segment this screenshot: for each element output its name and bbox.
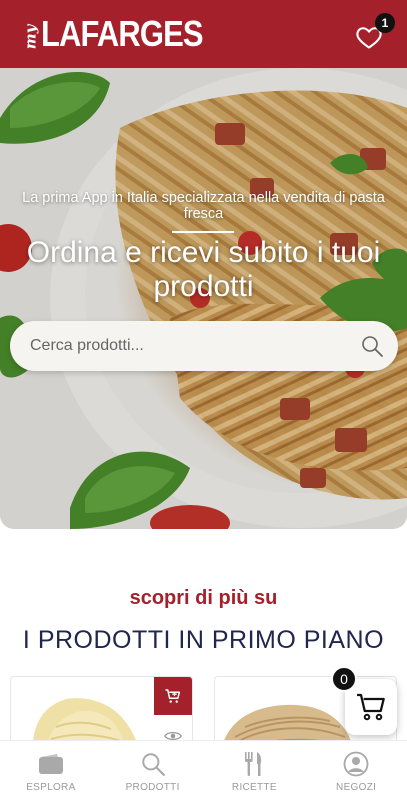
- tab-esplora[interactable]: ESPLORA: [0, 741, 102, 800]
- app-screen: my LAFARGES 1 La prima App in Italia spe…: [0, 0, 407, 800]
- bottom-tab-bar: ESPLORA PRODOTTI RICETTE NEGOZI: [0, 740, 407, 800]
- search-icon[interactable]: [360, 334, 384, 358]
- logo-brand: LAFARGES: [40, 13, 204, 54]
- search-bar[interactable]: [10, 321, 398, 371]
- hero-banner: La prima App in Italia specializzata nel…: [0, 68, 407, 529]
- store-user-icon: [343, 751, 369, 777]
- tab-label: RICETTE: [231, 782, 277, 793]
- search-input[interactable]: [30, 337, 330, 355]
- top-bar: my LAFARGES 1: [0, 0, 407, 68]
- hero-divider: [172, 231, 234, 233]
- tab-label: ESPLORA: [26, 782, 76, 793]
- tab-label: PRODOTTI: [125, 782, 180, 793]
- section-kicker: scopri di più su: [129, 587, 278, 609]
- app-logo[interactable]: my LAFARGES: [18, 16, 229, 52]
- logo-prefix: my: [21, 24, 40, 50]
- shopping-cart-icon: [357, 693, 385, 721]
- cart-count-badge: 0: [331, 666, 357, 692]
- search-icon: [141, 753, 165, 776]
- wallet-icon: [38, 754, 63, 774]
- tab-ricette[interactable]: RICETTE: [204, 741, 306, 800]
- section-title: I PRODOTTI IN PRIMO PIANO: [22, 626, 385, 654]
- favorites-button[interactable]: 1: [355, 13, 395, 53]
- favorites-count-badge: 1: [375, 13, 395, 33]
- add-to-cart-button[interactable]: [154, 677, 192, 715]
- tab-prodotti[interactable]: PRODOTTI: [102, 741, 204, 800]
- hero-title: Ordina e ricevi subito i tuoi prodotti: [26, 236, 381, 303]
- cutlery-icon: [245, 752, 262, 776]
- tab-label: NEGOZI: [336, 782, 377, 793]
- cart-icon: [165, 689, 181, 703]
- tab-negozi[interactable]: NEGOZI: [305, 741, 407, 800]
- hero-subtitle: La prima App in Italia specializzata nel…: [22, 190, 385, 222]
